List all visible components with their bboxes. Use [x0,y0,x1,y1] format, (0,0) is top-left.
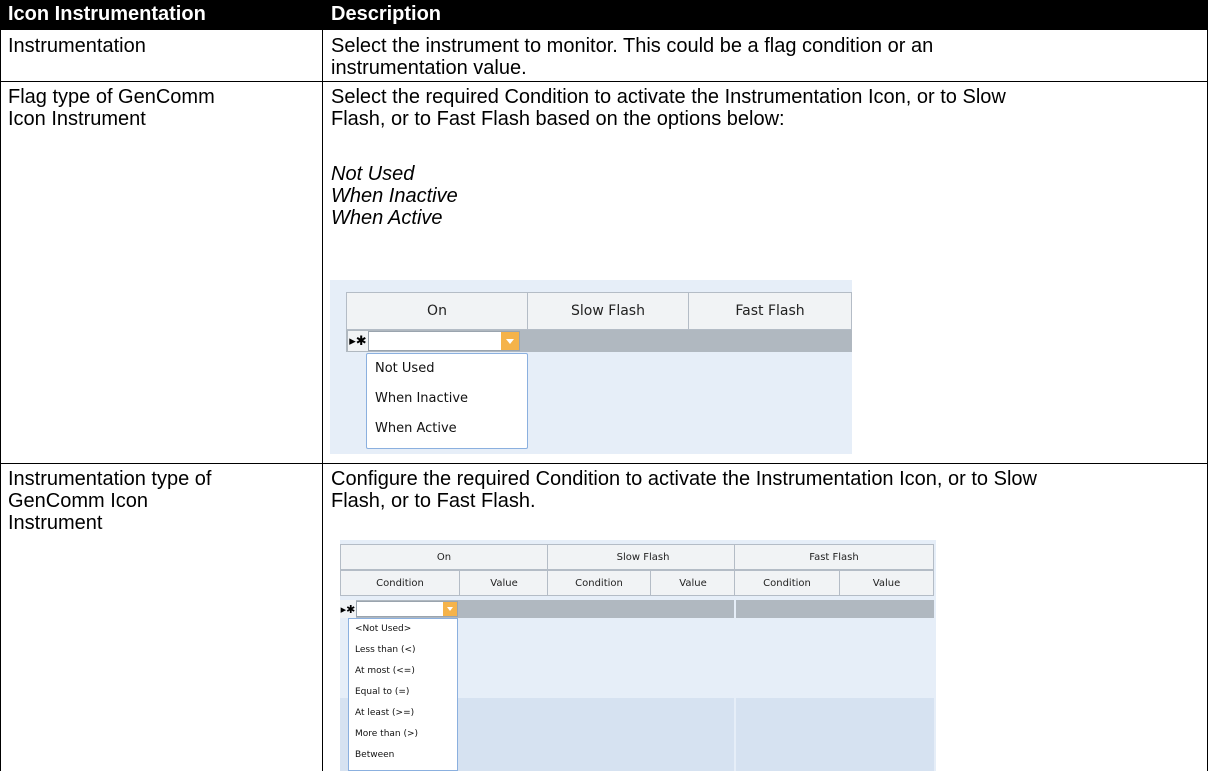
dropdown-item: When Active [375,421,457,436]
row-description-line: Flash, or to Fast Flash based on the opt… [331,108,785,130]
dropdown-item: More than (>) [355,729,419,739]
header-icon-instrumentation: Icon Instrumentation [8,3,206,25]
header-description: Description [331,3,442,25]
option-when-inactive: When Inactive [331,185,458,207]
condition-dropdown-list: Not Used When Inactive When Active [366,353,528,449]
dropdown-item: At most (<=) [355,666,415,676]
table-border-left [0,30,1,771]
row-description-line: Select the instrument to monitor. This c… [331,35,934,57]
dropdown-item: Equal to (=) [355,687,410,697]
grid-column-on: On [346,292,528,330]
grid-group-fast-flash: Fast Flash [734,544,934,570]
option-when-active: When Active [331,207,443,229]
grid-group-slow-flash: Slow Flash [547,544,739,570]
dropdown-item: Not Used [375,361,435,376]
grid-group-on: On [340,544,548,570]
grid-new-row [736,600,934,618]
row-description-line: Select the required Condition to activat… [331,86,1006,108]
condition-combo-box [368,331,520,351]
row-description-line: Configure the required Condition to acti… [331,468,1037,490]
grid-subcolumn-value: Value [459,570,549,596]
row-divider [0,463,1208,464]
grid-subcolumn-value: Value [650,570,736,596]
grid-empty-area [736,698,934,771]
dropdown-item: <Not Used> [355,624,412,634]
chevron-down-icon [443,602,457,616]
option-not-used: Not Used [331,163,415,185]
flag-condition-grid-screenshot: On Slow Flash Fast Flash ▸✱ Not Used Whe… [330,280,852,454]
instrumentation-grid-panel: On Slow Flash Condition Value Condition … [340,540,739,771]
row-description-line: Flash, or to Fast Flash. [331,490,536,512]
grid-column-slow-flash: Slow Flash [527,292,689,330]
row-description-line: instrumentation value. [331,57,527,79]
grid-column-fast-flash: Fast Flash [688,292,852,330]
table-column-divider [322,30,323,771]
row-divider [0,81,1208,82]
grid-subcolumn-condition: Condition [734,570,840,596]
row-name-line: Instrumentation type of [8,468,212,490]
row-name-line: Instrument [8,512,103,534]
condition-combo-box [356,601,458,617]
dropdown-item: When Inactive [375,391,469,406]
grid-subcolumn-condition: Condition [547,570,651,596]
dropdown-item: Less than (<) [355,645,416,655]
table-header-row: Icon Instrumentation Description [0,0,1208,30]
chevron-down-icon [501,332,519,350]
instrumentation-grid-panel-fast-flash: Fast Flash Condition Value [734,540,936,771]
new-row-marker-icon: ▸✱ [340,600,356,618]
grid-subcolumn-condition: Condition [340,570,460,596]
condition-dropdown-list: <Not Used> Less than (<) At most (<=) Eq… [348,618,458,771]
new-row-marker-icon: ▸✱ [348,331,368,351]
row-name-line: Icon Instrument [8,108,146,130]
row-name-line: GenComm Icon [8,490,149,512]
grid-subcolumn-value: Value [839,570,934,596]
dropdown-item: At least (>=) [355,708,415,718]
dropdown-item: Between [355,750,395,760]
row-name-line: Flag type of GenComm [8,86,215,108]
row-name-instrumentation: Instrumentation [8,35,146,57]
